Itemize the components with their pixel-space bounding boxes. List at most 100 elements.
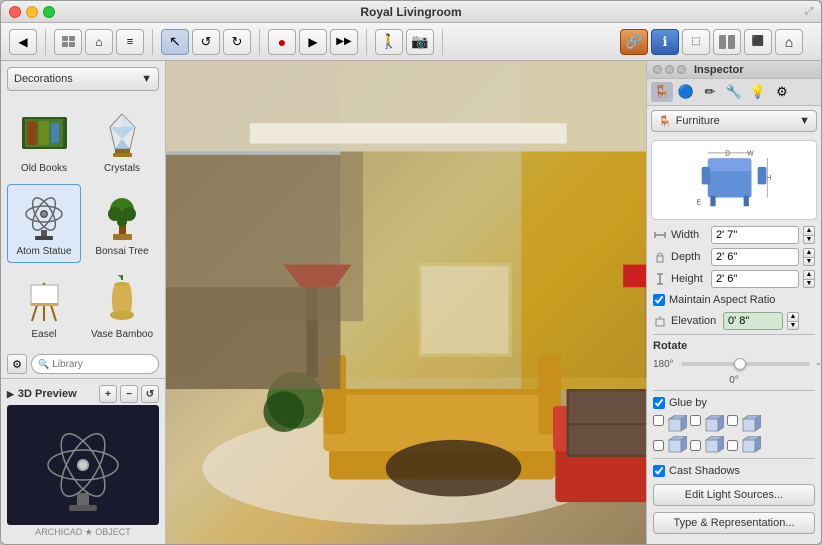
glue-cubes-section <box>647 413 821 435</box>
minimize-button[interactable] <box>26 6 38 18</box>
width-down[interactable]: ▼ <box>803 235 815 245</box>
depth-stepper[interactable]: ▲ ▼ <box>803 248 815 266</box>
elevation-row: Elevation 0' 8" ▲ ▼ <box>647 310 821 332</box>
record-button[interactable]: ● <box>268 29 296 55</box>
glue-cube-1-checkbox[interactable] <box>653 415 664 426</box>
aspect-ratio-label: Maintain Aspect Ratio <box>669 294 775 306</box>
left-panel: Decorations ▼ Old B <box>1 61 166 544</box>
home-button[interactable]: ⌂ <box>775 29 803 55</box>
redo-button[interactable]: ↻ <box>223 29 251 55</box>
aspect-ratio-checkbox[interactable] <box>653 294 665 306</box>
zoom-in-button[interactable]: + <box>99 385 117 403</box>
item-bonsai-tree[interactable]: Bonsai Tree <box>85 184 159 263</box>
tab-furniture[interactable]: 🪑 <box>651 82 673 102</box>
type-representation-label: Type & Representation... <box>673 517 794 529</box>
share-button[interactable]: 🔗 <box>620 29 648 55</box>
glue-cube-3-checkbox[interactable] <box>727 415 738 426</box>
item-crystals[interactable]: Crystals <box>85 101 159 180</box>
cursor-tool-button[interactable]: ↖ <box>161 29 189 55</box>
tab-color[interactable]: 🔵 <box>675 82 697 102</box>
type-representation-button[interactable]: Type & Representation... <box>653 512 815 534</box>
view-mode-3[interactable]: ⬛ <box>744 29 772 55</box>
depth-row: Depth 2' 6" ▲ ▼ <box>653 246 815 268</box>
inspector-min[interactable] <box>665 65 674 74</box>
glue-cube-2-checkbox[interactable] <box>690 415 701 426</box>
grid-view-button[interactable] <box>54 29 82 55</box>
search-input[interactable] <box>52 359 152 370</box>
back-button[interactable]: ◀ <box>9 29 37 55</box>
height-input[interactable]: 2' 6" <box>711 270 799 288</box>
item-old-books[interactable]: Old Books <box>7 101 81 180</box>
tab-light[interactable]: 💡 <box>747 82 769 102</box>
search-icon: 🔍 <box>38 359 49 370</box>
media-group: ● ▶ ▶▶ <box>268 29 367 55</box>
category-dropdown[interactable]: Decorations ▼ <box>7 67 159 91</box>
info-button[interactable]: ℹ <box>651 29 679 55</box>
glue-cube-1[interactable] <box>667 415 687 433</box>
gear-button[interactable]: ⚙ <box>7 354 27 374</box>
search-bar: ⚙ 🔍 <box>7 354 159 374</box>
search-input-wrap[interactable]: 🔍 <box>31 354 159 374</box>
glue-cube-2[interactable] <box>704 415 724 433</box>
play-button[interactable]: ▶ <box>299 29 327 55</box>
svg-text:D: D <box>725 151 730 158</box>
depth-input[interactable]: 2' 6" <box>711 248 799 266</box>
glue-cube-4-checkbox[interactable] <box>653 440 664 451</box>
camera-button[interactable]: 📷 <box>406 29 434 55</box>
glue-cube-4[interactable] <box>667 436 687 454</box>
glue-cubes-row-2 <box>647 435 821 456</box>
divider-2 <box>653 390 815 391</box>
inspector-max[interactable] <box>677 65 686 74</box>
item-thumb-bonsai-tree <box>92 189 152 244</box>
glue-cube-6-checkbox[interactable] <box>727 440 738 451</box>
rotate-slider[interactable] <box>681 362 810 366</box>
inspector-close[interactable] <box>653 65 662 74</box>
elevation-down[interactable]: ▼ <box>787 321 799 331</box>
view-mode-1[interactable]: ⬚ <box>682 29 710 55</box>
lock-icon <box>653 250 667 264</box>
close-button[interactable] <box>9 6 21 18</box>
forward-button[interactable]: ▶▶ <box>330 29 358 55</box>
elevation-input[interactable]: 0' 8" <box>723 312 783 330</box>
edit-light-sources-button[interactable]: Edit Light Sources... <box>653 484 815 506</box>
item-thumb-vase-bamboo <box>92 272 152 327</box>
scene-bg <box>166 61 646 544</box>
tab-settings[interactable]: ⚙ <box>771 82 793 102</box>
depth-down[interactable]: ▼ <box>803 257 815 267</box>
house-view-button[interactable]: ⌂ <box>85 29 113 55</box>
traffic-lights <box>9 6 55 18</box>
scene <box>166 61 646 544</box>
elevation-up[interactable]: ▲ <box>787 312 799 321</box>
glue-cube-5[interactable] <box>704 436 724 454</box>
person-button[interactable]: 🚶 <box>375 29 403 55</box>
item-atom-statue[interactable]: Atom Statue <box>7 184 81 263</box>
item-vase-bamboo[interactable]: Vase Bamboo <box>85 267 159 346</box>
rotate-180-label: 180° <box>653 359 674 370</box>
height-down[interactable]: ▼ <box>803 279 815 289</box>
furniture-type-dropdown[interactable]: 🪑 Furniture ▼ <box>651 110 817 132</box>
zoom-out-button[interactable]: − <box>120 385 138 403</box>
width-up[interactable]: ▲ <box>803 226 815 235</box>
view-mode-2[interactable] <box>713 29 741 55</box>
glue-by-checkbox[interactable] <box>653 397 665 409</box>
preview-controls: + − ↺ <box>99 385 159 403</box>
height-up[interactable]: ▲ <box>803 270 815 279</box>
glue-cube-3[interactable] <box>741 415 761 433</box>
refresh-button[interactable]: ↺ <box>141 385 159 403</box>
width-input[interactable]: 2' 7" <box>711 226 799 244</box>
item-easel[interactable]: Easel <box>7 267 81 346</box>
glue-cube-6[interactable] <box>741 436 761 454</box>
glue-cube-5-checkbox[interactable] <box>690 440 701 451</box>
tab-tools[interactable]: 🔧 <box>723 82 745 102</box>
depth-up[interactable]: ▲ <box>803 248 815 257</box>
elevation-stepper[interactable]: ▲ ▼ <box>787 312 799 330</box>
height-stepper[interactable]: ▲ ▼ <box>803 270 815 288</box>
cast-shadows-checkbox[interactable] <box>653 465 665 477</box>
maximize-button[interactable] <box>43 6 55 18</box>
tab-edit[interactable]: ✏ <box>699 82 721 102</box>
width-stepper[interactable]: ▲ ▼ <box>803 226 815 244</box>
triangle-icon: ▶ <box>7 389 14 400</box>
preview-header: ▶ 3D Preview + − ↺ <box>1 383 165 405</box>
list-view-button[interactable]: ≡ <box>116 29 144 55</box>
undo-button[interactable]: ↺ <box>192 29 220 55</box>
